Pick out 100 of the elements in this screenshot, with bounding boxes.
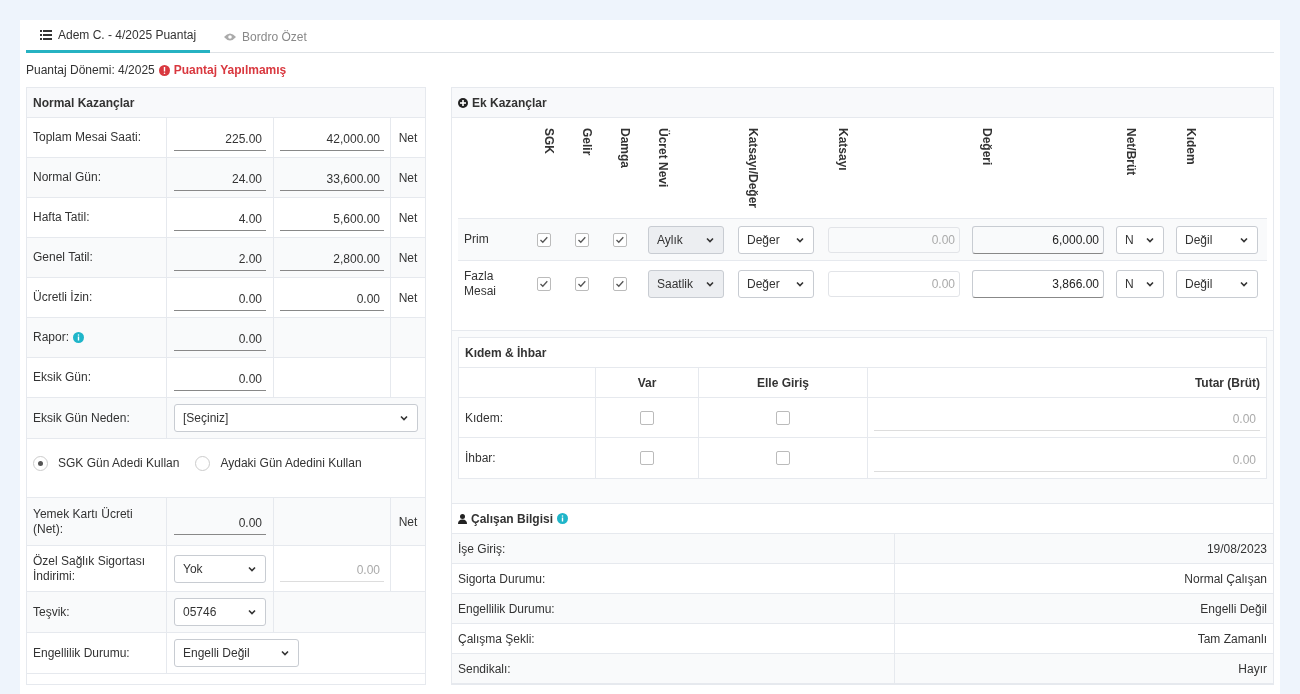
input-field[interactable]: 0.00 xyxy=(174,364,266,391)
column-header: Tutar (Brüt) xyxy=(1194,374,1260,392)
unit-label: Net xyxy=(398,169,418,187)
column-header: Kıdem xyxy=(1184,128,1198,167)
field-value: Hayır xyxy=(1238,660,1267,678)
column-header: SGK xyxy=(542,128,556,156)
field-label: Toplam Mesai Saati: xyxy=(33,130,142,145)
checkbox[interactable] xyxy=(640,410,654,425)
warning-icon xyxy=(158,64,170,76)
section-title: Çalışan Bilgisi xyxy=(471,510,554,528)
input-field[interactable]: 5,600.00 xyxy=(280,204,384,231)
caret-icon xyxy=(247,607,257,617)
row-label: Fazla Mesai xyxy=(464,268,497,299)
field-label: Özel Sağlık Sigortası İndirimi: xyxy=(33,553,147,584)
column-header: Elle Giriş xyxy=(757,374,809,392)
dropdown[interactable]: N xyxy=(1116,225,1164,254)
row-label: İhbar: xyxy=(465,450,496,467)
field-label: Ücretli İzin: xyxy=(33,290,93,305)
section-title: Kıdem & İhbar xyxy=(465,344,547,362)
field-label: Sendikalı: xyxy=(458,660,511,678)
plus-icon xyxy=(458,97,468,108)
field-label: Teşvik: xyxy=(33,604,70,620)
status-text: Puantaj Yapılmamış xyxy=(173,62,287,79)
field-label: İşe Giriş: xyxy=(458,540,506,558)
field-label: Engellilik Durumu: xyxy=(33,645,130,661)
input-field[interactable]: 0.00 xyxy=(174,508,266,535)
field-label: Eksik Gün Neden: xyxy=(33,410,130,426)
input-field[interactable]: 0.00 xyxy=(280,284,384,311)
caret-icon xyxy=(399,413,409,423)
input-field[interactable]: 0.00 xyxy=(174,324,266,351)
input-field[interactable]: 24.00 xyxy=(174,164,266,191)
dropdown[interactable]: Engelli Değil xyxy=(174,639,299,667)
column-header: Katsayı/Değer xyxy=(746,128,760,211)
checked-checkbox[interactable] xyxy=(613,276,627,291)
unit-label: Net xyxy=(398,249,418,267)
dropdown[interactable]: N xyxy=(1116,269,1164,298)
column-header: Var xyxy=(637,374,657,392)
field-value: 19/08/2023 xyxy=(1206,540,1267,558)
checked-checkbox[interactable] xyxy=(537,232,551,247)
dropdown[interactable]: Değil xyxy=(1176,225,1258,254)
dropdown[interactable]: Değil xyxy=(1176,269,1258,298)
field-label: Çalışma Şekli: xyxy=(458,630,535,648)
field-label: Normal Gün: xyxy=(33,170,102,185)
user-icon xyxy=(458,513,467,524)
input-field[interactable]: 42,000.00 xyxy=(280,124,384,151)
input-field[interactable]: 3,866.00 xyxy=(972,269,1104,298)
checked-checkbox[interactable] xyxy=(613,232,627,247)
radio-button[interactable] xyxy=(33,455,48,471)
field-label: Yemek Kartı Ücreti (Net): xyxy=(33,506,134,537)
tab[interactable]: Adem C. - 4/2025 Puantaj xyxy=(26,20,211,53)
input-field[interactable]: 33,600.00 xyxy=(280,164,384,191)
eye-icon xyxy=(224,32,237,41)
checkbox[interactable] xyxy=(776,410,790,425)
unit-label: Net xyxy=(398,129,418,147)
input-field[interactable]: 6,000.00 xyxy=(972,225,1104,254)
row-label: Kıdem: xyxy=(465,409,503,427)
column-header: Ücret Nevi xyxy=(656,128,670,190)
caret-icon xyxy=(280,648,290,658)
section-title: Ek Kazançlar xyxy=(472,94,547,112)
radio-label: SGK Gün Adedi Kullan xyxy=(58,455,180,472)
field-value: Engelli Değil xyxy=(1200,600,1267,618)
input-field[interactable]: 2,800.00 xyxy=(280,244,384,271)
input-field[interactable]: 2.00 xyxy=(174,244,266,271)
checked-checkbox[interactable] xyxy=(575,276,589,291)
dropdown[interactable]: 05746 xyxy=(174,598,266,626)
dropdown[interactable]: Aylık xyxy=(648,225,724,254)
row-label: Prim xyxy=(464,232,490,247)
radio-button[interactable] xyxy=(195,455,211,471)
column-header: Değeri xyxy=(980,128,994,168)
column-header: Net/Brüt xyxy=(1124,128,1138,178)
checkbox[interactable] xyxy=(776,451,790,465)
checked-checkbox[interactable] xyxy=(575,232,589,247)
list-icon xyxy=(40,30,52,40)
field-label: Rapor: xyxy=(33,330,70,345)
unit-label: Net xyxy=(398,289,418,307)
section-title: Normal Kazançlar xyxy=(33,94,135,112)
period-label: Puantaj Dönemi: 4/2025 xyxy=(26,62,155,79)
column-header: Damga xyxy=(618,128,632,170)
field-value: Tam Zamanlı xyxy=(1197,630,1267,648)
input-field[interactable]: 4.00 xyxy=(174,204,266,231)
field-label: Engellilik Durumu: xyxy=(458,600,555,618)
field-label: Eksik Gün: xyxy=(33,370,92,385)
radio-label: Aydaki Gün Adedini Kullan xyxy=(220,455,362,472)
dropdown[interactable]: Değer xyxy=(738,225,814,254)
checked-checkbox[interactable] xyxy=(537,276,551,291)
input-field[interactable]: 0.00 xyxy=(174,284,266,311)
dropdown[interactable]: [Seçiniz] xyxy=(174,404,418,432)
column-header: Gelir xyxy=(580,128,594,158)
field-label: Hafta Tatil: xyxy=(33,210,90,225)
tab[interactable]: Bordro Özet xyxy=(210,20,321,53)
checkbox[interactable] xyxy=(640,451,654,465)
dropdown[interactable]: Değer xyxy=(738,269,814,298)
field-value: Normal Çalışan xyxy=(1184,570,1267,588)
input-field[interactable]: 225.00 xyxy=(174,124,266,151)
unit-label: Net xyxy=(398,209,418,227)
column-header: Katsayı xyxy=(836,128,850,173)
unit-label: Net xyxy=(398,513,418,531)
field-label: Sigorta Durumu: xyxy=(458,570,546,588)
dropdown[interactable]: Yok xyxy=(174,554,266,583)
dropdown[interactable]: Saatlik xyxy=(648,269,724,298)
